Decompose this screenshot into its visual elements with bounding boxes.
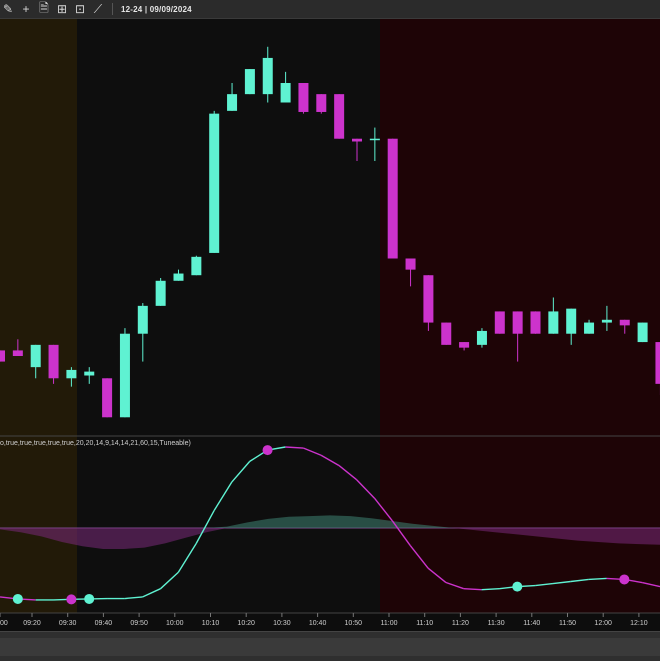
signal-dot	[512, 582, 522, 592]
candle-body	[316, 94, 326, 112]
candle-body	[120, 334, 130, 418]
candle-body	[477, 331, 487, 345]
candle-body	[423, 275, 433, 322]
x-tick-label: 11:30	[488, 620, 505, 627]
x-tick-label: 11:00	[381, 620, 398, 627]
candle-body	[495, 311, 505, 333]
chart-title: 12-24 | 09/09/2024	[121, 5, 192, 14]
x-tick-label: 09:50	[130, 620, 148, 627]
line-draw-icon[interactable]: ⟋	[90, 1, 106, 17]
candle-body	[102, 378, 112, 417]
zoom-box-icon[interactable]: ⊡	[72, 1, 88, 17]
x-tick-label: 11:20	[452, 620, 469, 627]
status-bar	[0, 631, 660, 661]
candle-body	[245, 69, 255, 94]
candle-body	[584, 323, 594, 334]
candle-body	[227, 94, 237, 111]
x-tick-label: 12:10	[630, 620, 648, 627]
signal-dot	[66, 594, 76, 604]
candle-body	[352, 139, 362, 142]
toolbar: ✎ + 🗎 ⊞ ⊡ ⟋ 12-24 | 09/09/2024	[0, 0, 660, 19]
indicator-label: o,true,true,true,true,true,20,20,14,9,14…	[0, 440, 191, 447]
crosshair-icon[interactable]: +	[18, 1, 34, 17]
x-tick-label: 12:00	[594, 620, 612, 627]
pencil-icon[interactable]: ✎	[0, 1, 16, 17]
candle-body	[638, 323, 648, 343]
x-tick-label: 00	[0, 620, 8, 627]
candle-body	[620, 320, 630, 326]
status-bar-inner	[0, 638, 660, 656]
candle-body	[156, 281, 166, 306]
candle-body	[0, 350, 5, 361]
x-tick-label: 10:50	[345, 620, 363, 627]
candle-body	[655, 342, 660, 384]
x-tick-label: 09:40	[95, 620, 113, 627]
session-bg-premarket	[0, 19, 77, 613]
x-tick-label: 11:10	[416, 620, 433, 627]
x-tick-label: 10:10	[202, 620, 220, 627]
candle-body	[84, 372, 94, 376]
x-tick-label: 10:30	[273, 620, 291, 627]
candle-body	[13, 350, 23, 356]
candle-body	[174, 274, 184, 281]
x-tick-label: 11:40	[523, 620, 540, 627]
x-tick-label: 10:00	[166, 620, 184, 627]
candle-body	[298, 83, 308, 112]
candle-body	[31, 345, 41, 367]
candle-body	[388, 139, 398, 259]
candle-body	[49, 345, 59, 378]
candle-body	[548, 311, 558, 333]
signal-dot	[263, 445, 273, 455]
x-tick-label: 10:40	[309, 620, 327, 627]
candle-body	[334, 94, 344, 139]
signal-dot	[13, 594, 23, 604]
x-tick-label: 09:30	[59, 620, 77, 627]
candle-body	[191, 257, 201, 275]
candle-body	[281, 83, 291, 103]
toolbar-separator	[112, 3, 113, 15]
candle-body	[459, 342, 469, 348]
candle-body	[209, 114, 219, 253]
label-icon[interactable]: ⊞	[54, 1, 70, 17]
candle-body	[602, 320, 612, 323]
candle-body	[566, 309, 576, 334]
candle-body	[513, 311, 523, 333]
signal-dot	[84, 594, 94, 604]
x-tick-label: 10:20	[237, 620, 255, 627]
signal-dot	[619, 574, 629, 584]
candle-body	[406, 259, 416, 270]
candle-body	[370, 139, 380, 141]
candle-body	[263, 58, 273, 94]
x-tick-label: 09:20	[23, 620, 41, 627]
candle-body	[531, 311, 541, 333]
x-tick-label: 11:50	[559, 620, 576, 627]
price-chart[interactable]: 00 09:20 09:30 09:40 09:50 10:00 10:10 10:20 10:…	[0, 19, 660, 631]
candle-body	[138, 306, 148, 334]
candle-body	[441, 323, 451, 345]
candle-body	[66, 370, 76, 378]
document-icon[interactable]: 🗎	[36, 1, 52, 17]
